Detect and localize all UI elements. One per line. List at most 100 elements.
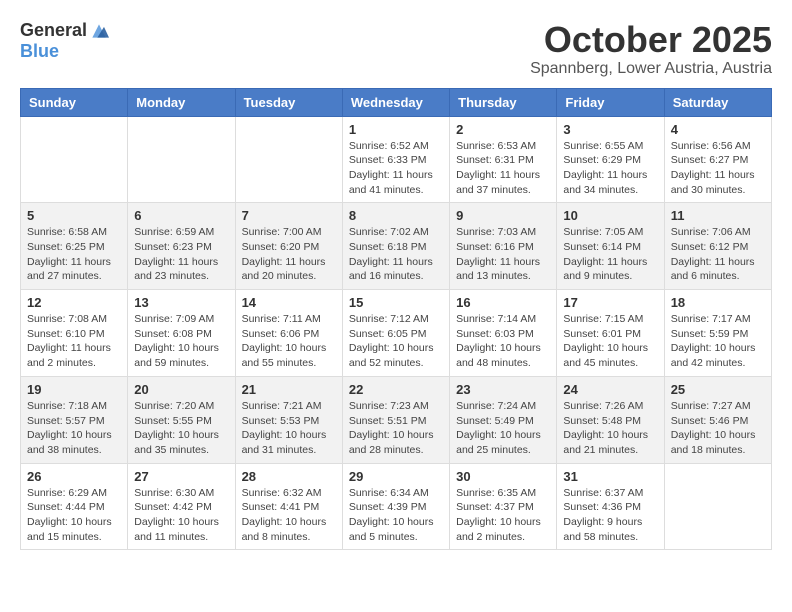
day-number: 31 (563, 469, 657, 484)
day-info: Sunrise: 7:00 AM Sunset: 6:20 PM Dayligh… (242, 225, 336, 284)
calendar-day-cell (664, 463, 771, 550)
day-info: Sunrise: 6:59 AM Sunset: 6:23 PM Dayligh… (134, 225, 228, 284)
calendar-day-cell: 29 Sunrise: 6:34 AM Sunset: 4:39 PM Dayli… (342, 463, 449, 550)
day-number: 28 (242, 469, 336, 484)
day-number: 5 (27, 208, 121, 223)
calendar-day-cell: 28 Sunrise: 6:32 AM Sunset: 4:41 PM Dayli… (235, 463, 342, 550)
logo-blue-text: Blue (20, 41, 59, 62)
logo-icon (89, 21, 109, 41)
day-info: Sunrise: 7:15 AM Sunset: 6:01 PM Dayligh… (563, 312, 657, 371)
day-info: Sunrise: 7:26 AM Sunset: 5:48 PM Dayligh… (563, 399, 657, 458)
calendar-day-cell: 7 Sunrise: 7:00 AM Sunset: 6:20 PM Daylig… (235, 203, 342, 290)
weekday-header-friday: Friday (557, 88, 664, 116)
day-number: 30 (456, 469, 550, 484)
day-number: 14 (242, 295, 336, 310)
day-info: Sunrise: 6:34 AM Sunset: 4:39 PM Dayligh… (349, 486, 443, 545)
day-info: Sunrise: 6:37 AM Sunset: 4:36 PM Dayligh… (563, 486, 657, 545)
day-number: 10 (563, 208, 657, 223)
day-info: Sunrise: 7:02 AM Sunset: 6:18 PM Dayligh… (349, 225, 443, 284)
calendar-day-cell: 6 Sunrise: 6:59 AM Sunset: 6:23 PM Daylig… (128, 203, 235, 290)
day-info: Sunrise: 6:56 AM Sunset: 6:27 PM Dayligh… (671, 139, 765, 198)
weekday-header-saturday: Saturday (664, 88, 771, 116)
day-number: 27 (134, 469, 228, 484)
day-number: 11 (671, 208, 765, 223)
calendar-week-row-3: 12 Sunrise: 7:08 AM Sunset: 6:10 PM Dayli… (21, 290, 772, 377)
calendar-day-cell: 16 Sunrise: 7:14 AM Sunset: 6:03 PM Dayli… (450, 290, 557, 377)
day-info: Sunrise: 7:14 AM Sunset: 6:03 PM Dayligh… (456, 312, 550, 371)
day-number: 15 (349, 295, 443, 310)
day-info: Sunrise: 7:06 AM Sunset: 6:12 PM Dayligh… (671, 225, 765, 284)
day-number: 2 (456, 122, 550, 137)
day-info: Sunrise: 6:58 AM Sunset: 6:25 PM Dayligh… (27, 225, 121, 284)
calendar-day-cell: 19 Sunrise: 7:18 AM Sunset: 5:57 PM Dayli… (21, 376, 128, 463)
day-info: Sunrise: 7:17 AM Sunset: 5:59 PM Dayligh… (671, 312, 765, 371)
day-info: Sunrise: 6:30 AM Sunset: 4:42 PM Dayligh… (134, 486, 228, 545)
weekday-header-wednesday: Wednesday (342, 88, 449, 116)
day-info: Sunrise: 7:03 AM Sunset: 6:16 PM Dayligh… (456, 225, 550, 284)
calendar-week-row-5: 26 Sunrise: 6:29 AM Sunset: 4:44 PM Dayli… (21, 463, 772, 550)
day-number: 9 (456, 208, 550, 223)
calendar-day-cell: 9 Sunrise: 7:03 AM Sunset: 6:16 PM Daylig… (450, 203, 557, 290)
calendar-day-cell: 31 Sunrise: 6:37 AM Sunset: 4:36 PM Dayli… (557, 463, 664, 550)
day-info: Sunrise: 6:29 AM Sunset: 4:44 PM Dayligh… (27, 486, 121, 545)
day-info: Sunrise: 6:32 AM Sunset: 4:41 PM Dayligh… (242, 486, 336, 545)
calendar-day-cell: 26 Sunrise: 6:29 AM Sunset: 4:44 PM Dayli… (21, 463, 128, 550)
page-header: General Blue October 2025 Spannberg, Low… (20, 20, 772, 78)
day-number: 26 (27, 469, 121, 484)
day-number: 13 (134, 295, 228, 310)
day-number: 22 (349, 382, 443, 397)
calendar-day-cell (21, 116, 128, 203)
day-number: 1 (349, 122, 443, 137)
calendar-day-cell (235, 116, 342, 203)
calendar-day-cell: 8 Sunrise: 7:02 AM Sunset: 6:18 PM Daylig… (342, 203, 449, 290)
calendar-day-cell: 1 Sunrise: 6:52 AM Sunset: 6:33 PM Daylig… (342, 116, 449, 203)
calendar-day-cell: 14Sunrise: 7:11 AM Sunset: 6:06 PM Dayli… (235, 290, 342, 377)
day-info: Sunrise: 7:05 AM Sunset: 6:14 PM Dayligh… (563, 225, 657, 284)
month-title: October 2025 (530, 20, 772, 60)
day-number: 21 (242, 382, 336, 397)
day-number: 19 (27, 382, 121, 397)
calendar-day-cell: 24 Sunrise: 7:26 AM Sunset: 5:48 PM Dayli… (557, 376, 664, 463)
day-info: Sunrise: 7:23 AM Sunset: 5:51 PM Dayligh… (349, 399, 443, 458)
calendar-day-cell: 10 Sunrise: 7:05 AM Sunset: 6:14 PM Dayli… (557, 203, 664, 290)
weekday-header-tuesday: Tuesday (235, 88, 342, 116)
day-number: 6 (134, 208, 228, 223)
logo-general-text: General (20, 20, 87, 41)
day-number: 3 (563, 122, 657, 137)
location-text: Spannberg, Lower Austria, Austria (530, 60, 772, 78)
calendar-day-cell: 25 Sunrise: 7:27 AM Sunset: 5:46 PM Dayli… (664, 376, 771, 463)
day-info: Sunrise: 6:35 AM Sunset: 4:37 PM Dayligh… (456, 486, 550, 545)
day-info: Sunrise: 7:12 AM Sunset: 6:05 PM Dayligh… (349, 312, 443, 371)
logo: General Blue (20, 20, 109, 62)
calendar-day-cell: 17Sunrise: 7:15 AM Sunset: 6:01 PM Dayli… (557, 290, 664, 377)
day-number: 18 (671, 295, 765, 310)
day-info: Sunrise: 6:55 AM Sunset: 6:29 PM Dayligh… (563, 139, 657, 198)
day-number: 29 (349, 469, 443, 484)
calendar-day-cell: 22 Sunrise: 7:23 AM Sunset: 5:51 PM Dayli… (342, 376, 449, 463)
day-info: Sunrise: 7:18 AM Sunset: 5:57 PM Dayligh… (27, 399, 121, 458)
calendar-week-row-1: 1 Sunrise: 6:52 AM Sunset: 6:33 PM Daylig… (21, 116, 772, 203)
weekday-header-sunday: Sunday (21, 88, 128, 116)
day-number: 25 (671, 382, 765, 397)
day-number: 24 (563, 382, 657, 397)
day-number: 23 (456, 382, 550, 397)
calendar-week-row-2: 5 Sunrise: 6:58 AM Sunset: 6:25 PM Daylig… (21, 203, 772, 290)
day-info: Sunrise: 6:52 AM Sunset: 6:33 PM Dayligh… (349, 139, 443, 198)
calendar-day-cell: 2Sunrise: 6:53 AM Sunset: 6:31 PM Daylig… (450, 116, 557, 203)
calendar-day-cell: 3 Sunrise: 6:55 AM Sunset: 6:29 PM Daylig… (557, 116, 664, 203)
calendar-day-cell: 20Sunrise: 7:20 AM Sunset: 5:55 PM Dayli… (128, 376, 235, 463)
title-section: October 2025 Spannberg, Lower Austria, A… (530, 20, 772, 78)
day-number: 8 (349, 208, 443, 223)
day-number: 20 (134, 382, 228, 397)
day-number: 7 (242, 208, 336, 223)
weekday-header-monday: Monday (128, 88, 235, 116)
day-number: 4 (671, 122, 765, 137)
day-info: Sunrise: 7:21 AM Sunset: 5:53 PM Dayligh… (242, 399, 336, 458)
day-number: 12 (27, 295, 121, 310)
day-info: Sunrise: 7:24 AM Sunset: 5:49 PM Dayligh… (456, 399, 550, 458)
calendar-day-cell: 18 Sunrise: 7:17 AM Sunset: 5:59 PM Dayli… (664, 290, 771, 377)
calendar-day-cell: 11 Sunrise: 7:06 AM Sunset: 6:12 PM Dayli… (664, 203, 771, 290)
day-number: 16 (456, 295, 550, 310)
day-info: Sunrise: 7:08 AM Sunset: 6:10 PM Dayligh… (27, 312, 121, 371)
day-info: Sunrise: 7:27 AM Sunset: 5:46 PM Dayligh… (671, 399, 765, 458)
